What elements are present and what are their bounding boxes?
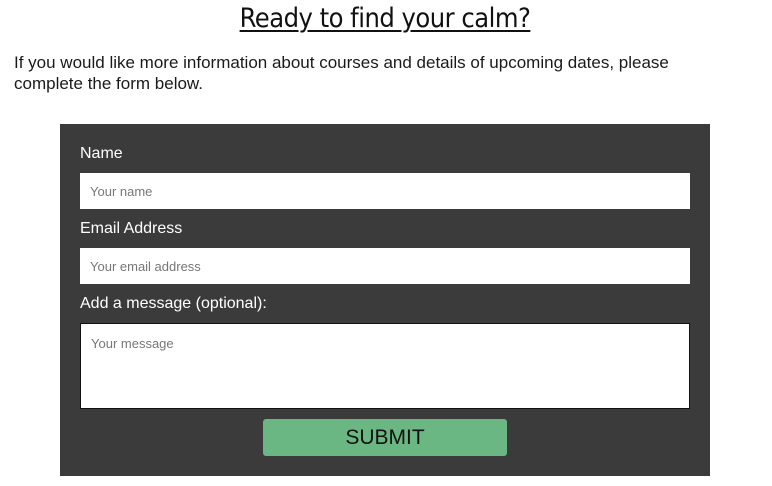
message-textarea[interactable] <box>80 323 690 409</box>
email-input[interactable] <box>80 248 690 284</box>
name-label: Name <box>80 145 123 162</box>
name-input[interactable] <box>80 173 690 209</box>
email-label: Email Address <box>80 220 183 237</box>
page-title: Ready to find your calm? <box>239 3 531 34</box>
submit-button[interactable]: SUBMIT <box>263 419 507 456</box>
message-label: Add a message (optional): <box>80 295 267 312</box>
contact-form: Name Email Address Add a message (option… <box>60 124 710 476</box>
intro-text: If you would like more information about… <box>14 53 669 93</box>
